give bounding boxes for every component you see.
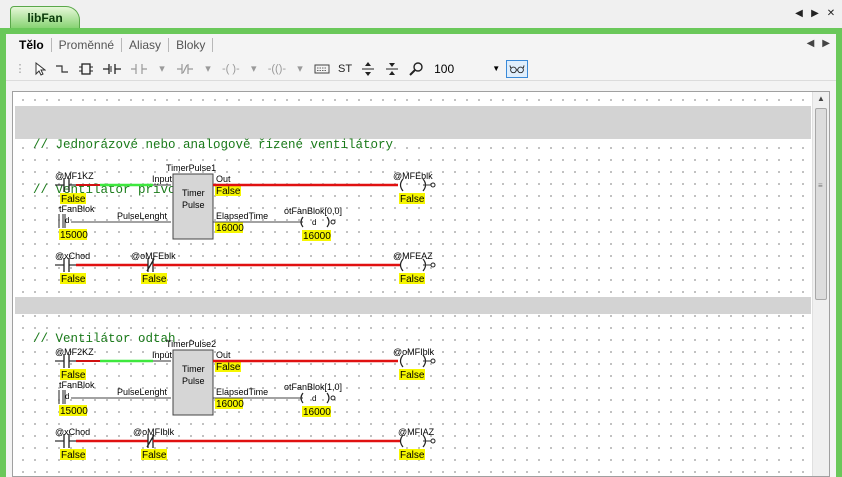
elapsed-value: 16000 — [216, 399, 244, 410]
zoom-magnifier-icon[interactable] — [406, 60, 426, 78]
ladder-diagram: @MF1KZ False Input TimerPulse1 Timer Pul… — [55, 163, 436, 461]
var-label: tFanBlok — [59, 204, 95, 214]
var-type-d: d — [65, 392, 69, 401]
document-tabstrip: libFan ◀ ▶ ✕ — [0, 0, 842, 30]
pin-pulse: PulseLenght — [117, 387, 168, 397]
contact-state: False — [61, 450, 86, 461]
pin-out: Out — [216, 350, 231, 360]
pin-elapsed: ElapsedTime — [216, 387, 268, 397]
tab-bloky[interactable]: Bloky — [169, 38, 214, 52]
rung-3: @MF2KZ False Input TimerPulse2 Timer Pul… — [55, 339, 436, 418]
toolbar-grip-icon: ⋮ — [14, 63, 26, 75]
expand-vertical-icon[interactable] — [358, 60, 378, 78]
block-tool-icon[interactable] — [76, 60, 96, 78]
document-body: Tělo Proměnné Aliasy Bloky ◀ ▶ ⋮ ▾ ▾ -(… — [6, 34, 836, 477]
st-button[interactable]: ST — [336, 60, 354, 78]
block-type-1: Timer — [182, 188, 205, 198]
contact-label: @xChod — [55, 251, 90, 261]
editor-window: libFan ◀ ▶ ✕ Tělo Proměnné Aliasy Bloky … — [0, 0, 842, 477]
out-state: False — [216, 362, 241, 373]
pin-input: Input — [152, 174, 173, 184]
scrollbar-grip-icon: ≡ — [818, 181, 823, 190]
ladder-toolbar: ⋮ ▾ ▾ -()- ▾ -(()- ▾ ST 100 ▼ — [6, 57, 836, 81]
contact-label: @MF2KZ — [55, 347, 94, 357]
elapsed-value: 16000 — [216, 223, 244, 234]
zoom-dropdown-icon: ▼ — [492, 64, 501, 73]
pin-input: Input — [152, 350, 173, 360]
contact-state: False — [142, 450, 167, 461]
scroll-up-icon[interactable]: ▲ — [817, 94, 825, 103]
block-instance-name: TimerPulse2 — [166, 339, 216, 349]
glasses-icon[interactable] — [506, 59, 529, 78]
zoom-value: 100 — [434, 61, 455, 76]
rung-4: @xChod False @oMFIblk False @MFIAZ False — [55, 427, 436, 461]
out-state: False — [216, 186, 241, 197]
contact-label: @xChod — [55, 427, 90, 437]
block-type-2: Pulse — [182, 376, 205, 386]
rung-2: @xChod False @oMFEblk False @MFEAZ False — [55, 251, 436, 285]
vertical-scrollbar[interactable]: ▲ ≡ — [812, 92, 829, 476]
collapse-vertical-icon[interactable] — [382, 60, 402, 78]
coil-label: @MFIAZ — [398, 427, 435, 437]
coil-state: False — [400, 370, 425, 381]
otfan-type: d — [312, 218, 316, 227]
coil-label: @MFEAZ — [393, 251, 433, 261]
contact-tool-icon[interactable] — [100, 60, 124, 78]
line-tool-icon[interactable] — [52, 60, 72, 78]
coil-state: False — [400, 450, 425, 461]
subtab-scroll: ◀ ▶ — [807, 38, 830, 49]
otfan-label: otFanBlok[1,0] — [284, 382, 342, 392]
subtab-right-icon[interactable]: ▶ — [822, 38, 830, 49]
close-icon[interactable]: ✕ — [826, 8, 836, 19]
contact-nc-icon[interactable] — [174, 60, 196, 78]
block-type-1: Timer — [182, 364, 205, 374]
scrollbar-thumb[interactable] — [815, 108, 827, 300]
contact-no-icon[interactable] — [128, 60, 150, 78]
otfan-label: otFanBlok[0,0] — [284, 206, 342, 216]
scroll-left-icon[interactable]: ◀ — [794, 8, 804, 19]
coil-tool-icon[interactable]: -( )- — [220, 60, 242, 78]
tab-promenne[interactable]: Proměnné — [52, 38, 123, 52]
rung-1: @MF1KZ False Input TimerPulse1 Timer Pul… — [55, 163, 436, 242]
ladder-canvas[interactable]: // Jednorázové nebo analogově řízené ven… — [13, 92, 813, 476]
select-pointer-icon[interactable] — [32, 60, 48, 78]
block-instance-name: TimerPulse1 — [166, 163, 216, 173]
otfan-value: 16000 — [303, 407, 331, 418]
var-label: tFanBlok — [59, 380, 95, 390]
tab-telo[interactable]: Tělo — [12, 38, 52, 52]
zoom-select[interactable]: 100 ▼ — [430, 60, 502, 78]
var-value: 15000 — [60, 230, 88, 241]
otfan-type: d — [312, 394, 316, 403]
tab-aliasy[interactable]: Aliasy — [122, 38, 170, 52]
coil-state: False — [400, 194, 425, 205]
contact-state: False — [142, 274, 167, 285]
ladder-editor[interactable]: // Jednorázové nebo analogově řízené ven… — [12, 91, 830, 477]
coil-state: False — [400, 274, 425, 285]
coil-set-dropdown-icon[interactable]: ▾ — [292, 60, 308, 78]
keyboard-icon[interactable] — [312, 60, 332, 78]
contact-label: @MF1KZ — [55, 171, 94, 181]
pin-pulse: PulseLenght — [117, 211, 168, 221]
subtab-bar: Tělo Proměnné Aliasy Bloky ◀ ▶ — [6, 34, 836, 56]
coil-type-dropdown-icon[interactable]: ▾ — [246, 60, 262, 78]
pin-out: Out — [216, 174, 231, 184]
coil-label: @oMFIblk — [393, 347, 435, 357]
coil-set-icon[interactable]: -(()- — [266, 60, 288, 78]
coil-label: @MFEblk — [393, 171, 433, 181]
contact-state: False — [61, 274, 86, 285]
contact-dropdown-icon[interactable]: ▾ — [154, 60, 170, 78]
document-frame: Tělo Proměnné Aliasy Bloky ◀ ▶ ⋮ ▾ ▾ -(… — [0, 28, 842, 477]
var-value: 15000 — [60, 406, 88, 417]
block-type-2: Pulse — [182, 200, 205, 210]
var-type-d: d — [65, 216, 69, 225]
window-controls: ◀ ▶ ✕ — [794, 8, 836, 19]
scroll-right-icon[interactable]: ▶ — [810, 8, 820, 19]
otfan-value: 16000 — [303, 231, 331, 242]
subtab-left-icon[interactable]: ◀ — [807, 38, 815, 49]
pin-elapsed: ElapsedTime — [216, 211, 268, 221]
coil-dropdown-icon[interactable]: ▾ — [200, 60, 216, 78]
document-tab-libfan[interactable]: libFan — [10, 6, 80, 30]
